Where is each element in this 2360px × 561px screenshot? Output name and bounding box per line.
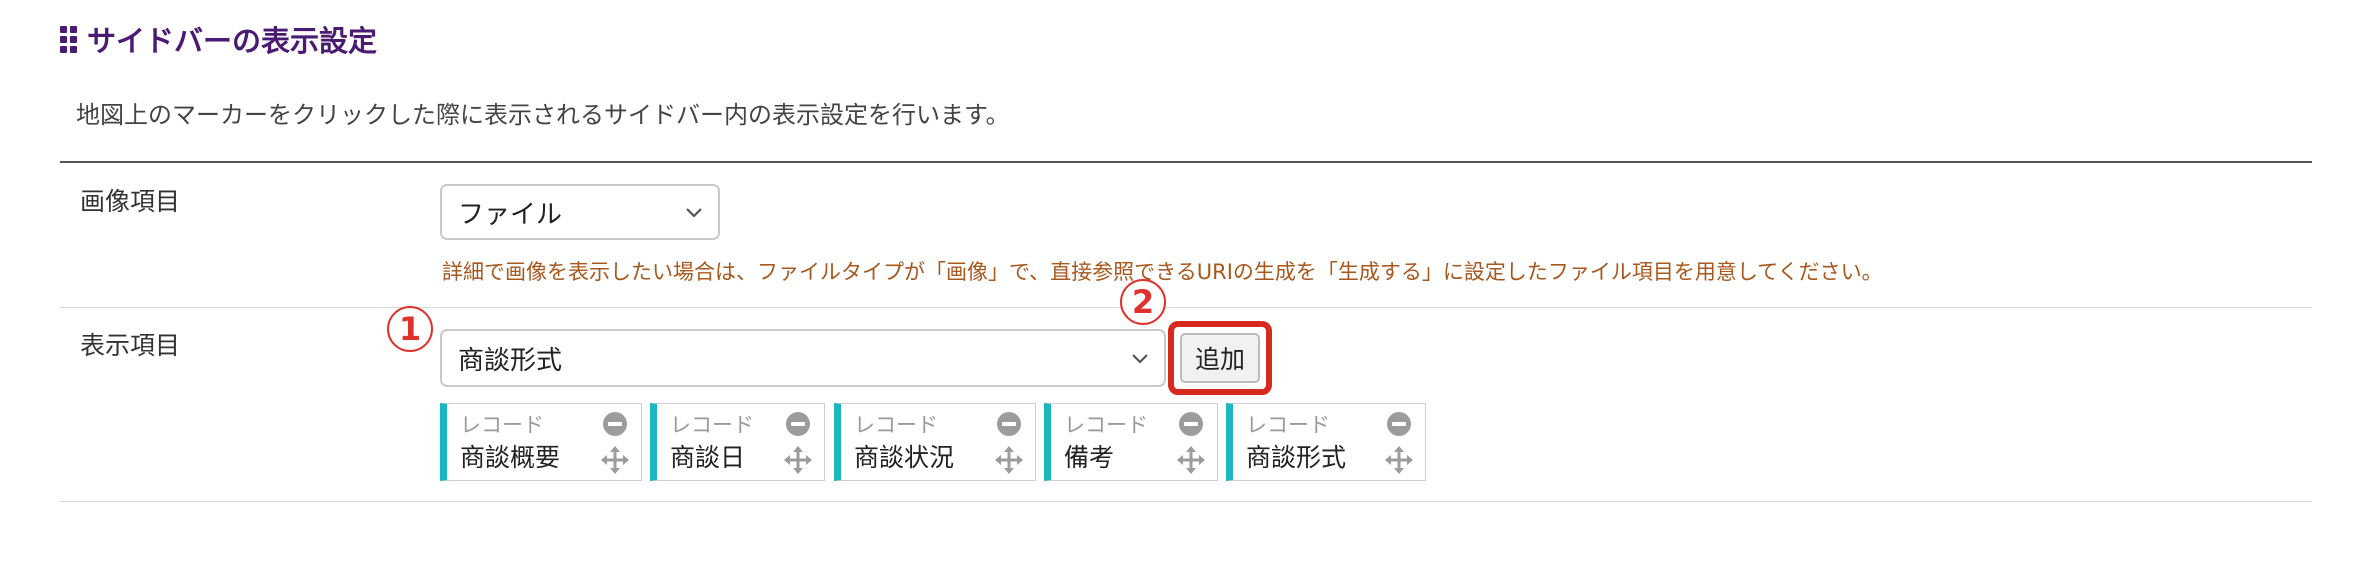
minus-circle-icon[interactable]	[786, 412, 810, 436]
chip-name: 商談日	[670, 443, 746, 472]
chevron-down-icon	[686, 208, 702, 218]
chip-name: 商談状況	[854, 443, 955, 472]
display-item-chip[interactable]: レコード 商談形式	[1226, 403, 1426, 481]
chip-type: レコード	[1246, 413, 1330, 437]
divider	[60, 161, 2312, 163]
move-arrows-icon[interactable]	[601, 446, 629, 474]
minus-circle-icon[interactable]	[997, 412, 1021, 436]
section-title: サイドバーの表示設定	[87, 24, 378, 58]
chip-type: レコード	[670, 413, 754, 437]
divider	[60, 501, 2312, 502]
move-arrows-icon[interactable]	[995, 446, 1023, 474]
minus-circle-icon[interactable]	[603, 412, 627, 436]
display-field-selected-value: 商談形式	[458, 345, 563, 376]
annotation-marker-1: 1	[387, 306, 433, 352]
divider	[60, 307, 2312, 308]
display-item-chip[interactable]: レコード 商談概要	[440, 403, 642, 481]
chip-type: レコード	[1064, 413, 1148, 437]
display-field-select[interactable]: 商談形式	[440, 329, 1166, 387]
section-description: 地図上のマーカーをクリックした際に表示されるサイドバー内の表示設定を行います。	[76, 101, 1010, 129]
chip-type: レコード	[460, 413, 544, 437]
chevron-down-icon	[1132, 354, 1148, 364]
display-item-chip[interactable]: レコード 商談状況	[834, 403, 1036, 481]
add-button-highlight: 追加	[1168, 321, 1272, 395]
move-arrows-icon[interactable]	[784, 446, 812, 474]
move-arrows-icon[interactable]	[1385, 446, 1413, 474]
add-button[interactable]: 追加	[1180, 333, 1260, 383]
display-field-label: 表示項目	[80, 331, 181, 360]
image-field-select[interactable]: ファイル	[440, 184, 720, 240]
image-field-label: 画像項目	[80, 187, 181, 216]
chip-name: 商談概要	[460, 443, 561, 472]
annotation-marker-2: 2	[1120, 279, 1166, 325]
chip-name: 備考	[1064, 443, 1115, 472]
minus-circle-icon[interactable]	[1179, 412, 1203, 436]
display-item-chip[interactable]: レコード 商談日	[650, 403, 825, 481]
chip-name: 商談形式	[1246, 443, 1347, 472]
minus-circle-icon[interactable]	[1387, 412, 1411, 436]
image-field-selected-value: ファイル	[458, 199, 563, 230]
drag-grip-icon	[60, 25, 77, 53]
move-arrows-icon[interactable]	[1177, 446, 1205, 474]
chip-type: レコード	[854, 413, 938, 437]
display-item-chip[interactable]: レコード 備考	[1044, 403, 1218, 481]
section-header: サイドバーの表示設定	[60, 18, 377, 60]
image-field-hint: 詳細で画像を表示したい場合は、ファイルタイプが「画像」で、直接参照できるURIの…	[442, 260, 1883, 284]
